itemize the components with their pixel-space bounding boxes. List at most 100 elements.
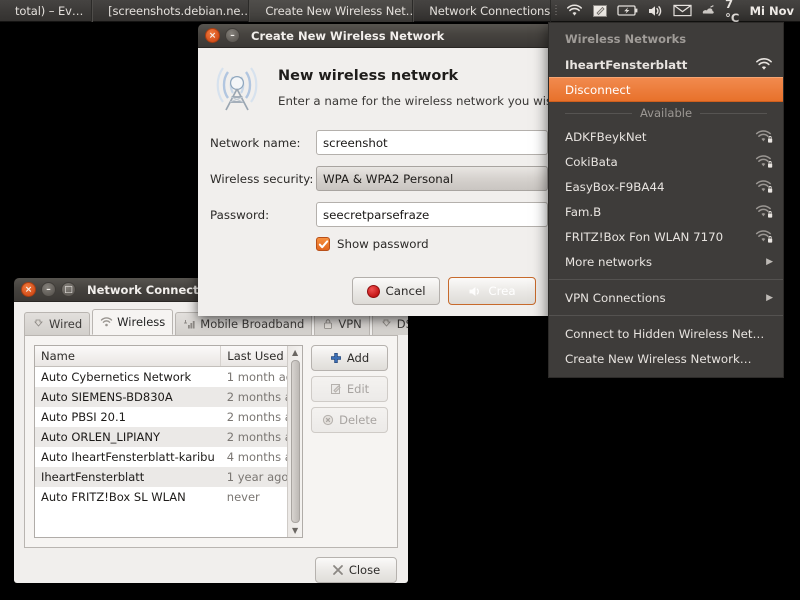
panel-grip[interactable]: [555, 4, 558, 17]
network-label: EasyBox-F9BA44: [565, 179, 665, 194]
delete-button-label: Delete: [339, 413, 377, 427]
tray-weather[interactable]: [701, 0, 716, 22]
table-row[interactable]: Auto ORLEN_LIPIANY 2 months ago: [35, 427, 303, 447]
tab-wired[interactable]: Wired: [24, 312, 91, 335]
menu-item-create-new[interactable]: Create New Wireless Network…: [549, 346, 783, 371]
show-password-checkbox[interactable]: [316, 237, 330, 251]
menu-item-connected-network[interactable]: IheartFensterblatt: [549, 52, 783, 77]
wifi-secure-icon: [755, 129, 773, 143]
taskbar-item-0[interactable]: total) – Ev…: [0, 0, 93, 22]
close-button-label: Close: [348, 563, 381, 577]
scrollbar-thumb[interactable]: [290, 360, 300, 523]
menu-divider: [549, 315, 783, 316]
taskbar-item-3[interactable]: Network Connections: [413, 0, 552, 22]
tray-battery[interactable]: [617, 0, 638, 22]
create-new-label: Create New Wireless Network…: [565, 351, 752, 366]
cancel-button[interactable]: Cancel: [352, 277, 440, 305]
connection-list[interactable]: Name Last Used Auto Cybernetics Network 1…: [34, 345, 304, 538]
list-scrollbar[interactable]: ▲ ▼: [287, 346, 303, 537]
system-tray: 7 °C Mi Nov: [551, 0, 800, 25]
top-panel: total) – Ev… [screenshots.debian.ne… Cre…: [0, 0, 800, 25]
list-action-buttons: Add Edit Delete: [311, 345, 388, 538]
minimize-window-icon[interactable]: –: [225, 28, 240, 43]
table-row[interactable]: Auto IheartFensterblatt-karibu 4 months a…: [35, 447, 302, 467]
tray-notes[interactable]: [592, 0, 608, 22]
close-button[interactable]: Close: [315, 557, 397, 583]
add-button[interactable]: Add: [311, 345, 388, 371]
dialog-titlebar[interactable]: × – Create New Wireless Network: [198, 24, 548, 48]
show-password-row[interactable]: Show password: [316, 237, 548, 251]
wifi-icon: [100, 317, 113, 327]
vpn-connections-label: VPN Connections: [565, 290, 666, 305]
submenu-arrow-icon: ▶: [766, 256, 773, 267]
wifi-secure-icon: [755, 229, 773, 243]
close-window-icon[interactable]: ×: [21, 282, 36, 297]
table-row[interactable]: Auto Cybernetics Network 1 month ago: [35, 367, 302, 388]
table-header-row: Name Last Used: [35, 346, 303, 367]
edit-button-label: Edit: [346, 382, 370, 396]
menu-item-network[interactable]: CokiBata: [549, 149, 783, 174]
scroll-up-icon[interactable]: ▲: [289, 346, 302, 359]
table-row[interactable]: Auto PBSI 20.1 2 months ago: [35, 407, 302, 427]
menu-item-network[interactable]: ADKFBeykNet: [549, 124, 783, 149]
tab-label: Wired: [49, 317, 83, 331]
menu-item-network[interactable]: EasyBox-F9BA44: [549, 174, 783, 199]
table-row[interactable]: Auto SIEMENS-BD830A 2 months ago: [35, 387, 303, 407]
delete-button[interactable]: Delete: [311, 407, 388, 433]
menu-item-network[interactable]: Fam.B: [549, 199, 783, 224]
dialog-header: New wireless network Enter a name for th…: [198, 62, 548, 116]
close-window-icon[interactable]: ×: [205, 28, 220, 43]
tray-clock[interactable]: Mi Nov: [750, 4, 794, 18]
menu-item-network[interactable]: FRITZ!Box Fon WLAN 7170: [549, 224, 783, 249]
wireless-security-value: WPA & WPA2 Personal: [323, 171, 454, 186]
taskbar-item-1[interactable]: [screenshots.debian.ne…: [92, 0, 250, 22]
password-field-wrap: [316, 202, 548, 227]
dialog-description: Enter a name for the wireless network yo…: [278, 94, 548, 108]
network-label: Fam.B: [565, 204, 602, 219]
close-button-row: Close: [24, 557, 398, 583]
network-label: ADKFBeykNet: [565, 129, 647, 144]
submenu-arrow-icon: ▶: [766, 292, 773, 303]
create-button[interactable]: Crea: [448, 277, 536, 305]
menu-item-disconnect[interactable]: Disconnect: [549, 77, 783, 102]
network-name-input[interactable]: [316, 130, 548, 155]
signal-bars-icon: [184, 320, 195, 329]
password-label: Password:: [210, 207, 270, 222]
dialog-actions: Cancel Crea: [198, 277, 548, 305]
cell-name: Auto Cybernetics Network: [41, 370, 192, 384]
edit-button[interactable]: Edit: [311, 376, 388, 402]
separator-line-right: [700, 112, 767, 114]
password-input[interactable]: [316, 202, 548, 227]
cell-name: Auto IheartFensterblatt-karibu: [41, 450, 215, 464]
dialog-form: Network name: Wireless security: WPA & W…: [198, 130, 548, 251]
menu-item-connect-hidden[interactable]: Connect to Hidden Wireless Network…: [549, 321, 783, 346]
wired-icon: [34, 319, 43, 327]
wireless-security-select[interactable]: WPA & WPA2 Personal: [316, 166, 548, 191]
disconnect-label: Disconnect: [565, 82, 631, 97]
mail-icon: [673, 4, 692, 17]
tray-mail[interactable]: [673, 0, 692, 22]
column-header-name[interactable]: Name: [35, 346, 222, 367]
scroll-down-icon[interactable]: ▼: [289, 524, 302, 537]
connection-table: Name Last Used Auto Cybernetics Network 1…: [35, 346, 303, 507]
show-password-label: Show password: [337, 237, 429, 251]
minimize-window-icon[interactable]: –: [41, 282, 56, 297]
wifi-secure-icon: [755, 179, 773, 193]
table-row[interactable]: IheartFensterblatt 1 year ago: [35, 467, 303, 487]
table-row[interactable]: Auto FRITZ!Box SL WLAN never: [35, 487, 302, 507]
connect-hidden-label: Connect to Hidden Wireless Network…: [565, 326, 773, 341]
maximize-window-icon[interactable]: □: [61, 282, 76, 297]
checkmark-icon: [318, 239, 328, 248]
tray-volume[interactable]: [647, 0, 664, 22]
taskbar-item-label: Create New Wireless Net…: [265, 4, 414, 18]
tab-label: DSL: [396, 317, 408, 331]
edit-icon: [330, 384, 341, 394]
taskbar-item-2[interactable]: Create New Wireless Net…: [249, 0, 414, 22]
tab-wireless[interactable]: Wireless: [92, 309, 174, 335]
cancel-button-label: Cancel: [385, 284, 426, 298]
menu-item-vpn-connections[interactable]: VPN Connections ▶: [549, 285, 783, 310]
tab-label: Mobile Broadband: [200, 317, 305, 331]
tray-wifi[interactable]: [566, 0, 583, 22]
menu-item-more-networks[interactable]: More networks ▶: [549, 249, 783, 274]
stop-icon: [366, 284, 380, 298]
